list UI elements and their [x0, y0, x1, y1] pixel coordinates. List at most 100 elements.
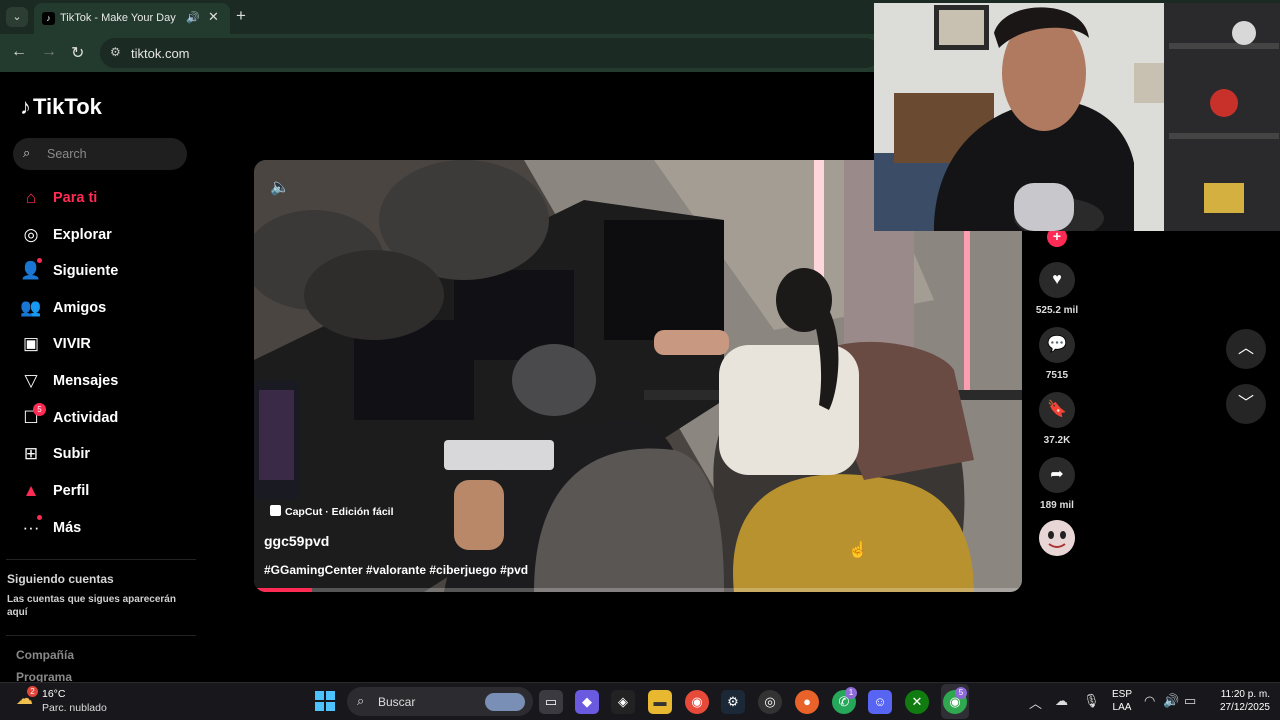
nav-item-para-ti[interactable]: ⌂ Para ti	[20, 185, 190, 213]
nav-item-siguiente[interactable]: 👤 Siguiente	[20, 258, 190, 286]
nav-item-label: Para ti	[53, 190, 98, 206]
webcam-overlay	[874, 3, 1280, 231]
bookmark-icon[interactable]: 🔖	[1039, 392, 1075, 428]
microphone-icon[interactable]: 🎙	[1083, 693, 1100, 709]
share-count: 189 mil	[1040, 500, 1074, 511]
xbox-icon[interactable]: ✕	[905, 690, 929, 714]
nav-item-label: Actividad	[53, 410, 119, 426]
nav-item-amigos[interactable]: 👥 Amigos	[20, 295, 190, 323]
like-action[interactable]: ♥ 525.2 mil	[1032, 262, 1082, 316]
app-icon[interactable]: ◈	[611, 690, 635, 714]
share-action[interactable]: ➦ 189 mil	[1032, 457, 1082, 511]
tab-search-button[interactable]: ⌄	[6, 7, 28, 27]
site-info-icon[interactable]: ⚙	[110, 45, 121, 59]
nav-item-label: Perfil	[53, 483, 90, 499]
discord-icon[interactable]: ☺	[868, 690, 892, 714]
nav-item-explorar[interactable]: ◎ Explorar	[20, 222, 190, 250]
comment-count: 7515	[1045, 370, 1069, 381]
windows-logo-icon	[315, 691, 324, 700]
chrome-icon[interactable]: ◉	[685, 690, 709, 714]
tiktok-favicon-icon: ♪	[42, 12, 55, 25]
nav-item-mensajes[interactable]: ▽ Mensajes	[20, 368, 190, 396]
tiktok-logo[interactable]: ♪TikTok	[20, 94, 102, 120]
messages-icon: ▽	[24, 371, 38, 390]
compass-icon: ◎	[23, 225, 39, 244]
tab-audio-icon[interactable]: 🔊	[186, 11, 200, 24]
task-view-icon[interactable]: ▭	[539, 690, 563, 714]
search-icon: ⌕	[23, 145, 31, 160]
video-progress-bar[interactable]	[254, 588, 1022, 592]
notification-dot	[37, 258, 42, 263]
url-text[interactable]: tiktok.com	[131, 46, 190, 61]
onedrive-icon[interactable]: ☁	[1055, 693, 1068, 709]
tiktok-logo-icon: ♪	[20, 94, 31, 119]
address-bar[interactable]: ⚙ tiktok.com	[100, 38, 880, 68]
forward-arrow-icon[interactable]: →	[41, 43, 57, 61]
nav-item-actividad[interactable]: ☐ 5 Actividad	[20, 403, 190, 433]
sidebar: ♪TikTok ⌕ Search ⌂ Para ti ◎ Explorar 👤 …	[0, 72, 205, 684]
divider	[6, 635, 196, 636]
app-icon-orange[interactable]: ●	[795, 690, 819, 714]
clock-date: 27/12/2025	[1219, 702, 1270, 713]
tab-close-icon[interactable]: ✕	[208, 9, 219, 25]
following-section-title: Siguiendo cuentas	[7, 572, 114, 586]
comment-icon[interactable]: 💬	[1039, 327, 1075, 363]
search-input[interactable]: ⌕ Search	[13, 138, 187, 170]
mouse-cursor-icon: ☝	[848, 542, 868, 559]
nav-item-subir[interactable]: ⊞ Subir	[20, 441, 190, 469]
copilot-icon[interactable]: ◆	[575, 690, 599, 714]
nav-item-label: Amigos	[53, 300, 107, 316]
friends-icon: 👥	[20, 298, 42, 317]
sound-avatar-image	[1039, 520, 1075, 556]
nav-item-label: Siguiente	[53, 263, 119, 279]
clock[interactable]: 11:20 p. m. 27/12/2025	[1208, 688, 1270, 714]
next-video-button[interactable]: ﹀	[1226, 384, 1266, 424]
heart-icon[interactable]: ♥	[1039, 262, 1075, 298]
search-highlight-image	[485, 693, 525, 711]
language-indicator[interactable]: ESP LAA	[1112, 688, 1132, 714]
nav-item-perfil[interactable]: ▲ Perfil	[20, 478, 190, 506]
clock-time: 11:20 p. m.	[1220, 689, 1270, 700]
whatsapp-badge: 1	[845, 687, 857, 699]
weather-condition[interactable]: Parc. nublado	[42, 702, 107, 714]
chevron-down-icon: ﹀	[1237, 395, 1254, 412]
footer-link-compania[interactable]: Compañía	[16, 648, 74, 662]
temperature[interactable]: 16°C	[42, 688, 65, 700]
browser-tab[interactable]: ♪ TikTok - Make Your Day 🔊 ✕	[34, 3, 230, 34]
video-progress-fill	[254, 588, 312, 592]
nav-item-label: VIVIR	[53, 336, 91, 352]
wifi-icon[interactable]: ◠	[1144, 693, 1155, 709]
back-arrow-icon[interactable]: ←	[11, 43, 27, 61]
reload-icon[interactable]: ↻	[71, 43, 84, 63]
file-explorer-icon[interactable]: ▬	[648, 690, 672, 714]
save-action[interactable]: 🔖 37.2K	[1032, 392, 1082, 446]
obs-icon[interactable]: ◎	[758, 690, 782, 714]
volume-icon[interactable]: 🔊	[1163, 693, 1179, 709]
live-icon: ▣	[22, 334, 40, 353]
taskbar-search[interactable]: ⌕ Buscar	[347, 687, 533, 716]
sound-avatar[interactable]	[1039, 520, 1075, 556]
new-tab-button[interactable]: +	[236, 6, 246, 26]
nav-item-label: Mensajes	[53, 373, 119, 389]
volume-icon[interactable]: 🔈	[270, 177, 290, 197]
capcut-text: CapCut · Edición fácil	[285, 506, 394, 518]
windows-logo-icon	[326, 691, 335, 700]
chevron-up-icon[interactable]: ︿	[1029, 693, 1042, 712]
nav-item-mas[interactable]: ··· Más	[20, 515, 190, 543]
start-button[interactable]	[315, 691, 335, 711]
nav-item-vivir[interactable]: ▣ VIVIR	[20, 331, 190, 359]
share-icon[interactable]: ➦	[1039, 457, 1075, 493]
divider	[6, 559, 196, 560]
capcut-label[interactable]: CapCut · Edición fácil	[270, 505, 394, 518]
windows-taskbar: ☁ 2 16°C Parc. nublado ⌕ Buscar ▭ ◆ ◈ ▬ …	[0, 682, 1280, 720]
steam-icon[interactable]: ⚙	[721, 690, 745, 714]
comment-action[interactable]: 💬 7515	[1032, 327, 1082, 381]
previous-video-button[interactable]: ︿	[1226, 329, 1266, 369]
home-icon: ⌂	[25, 188, 37, 207]
video-hashtags[interactable]: #GGamingCenter #valorante #ciberjuego #p…	[264, 563, 528, 577]
video-author[interactable]: ggc59pvd	[264, 533, 329, 549]
language-code: ESP	[1112, 689, 1133, 700]
battery-icon[interactable]: ▭	[1184, 693, 1196, 709]
capcut-icon	[270, 505, 281, 516]
following-icon: 👤	[20, 261, 42, 280]
